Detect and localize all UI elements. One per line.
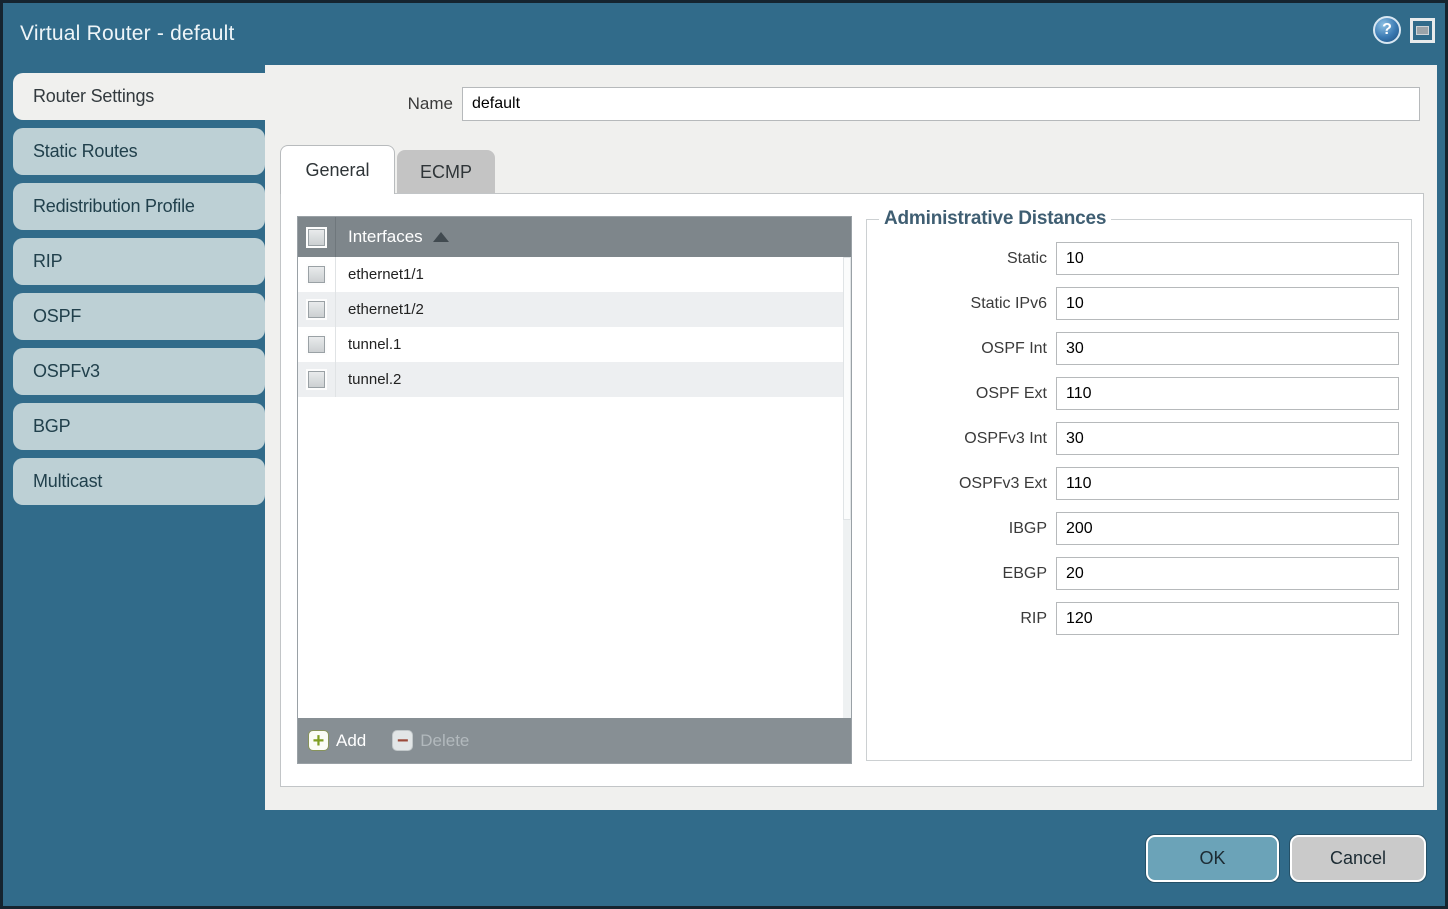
ospf-ext-label: OSPF Ext — [877, 385, 1056, 403]
rip-label: RIP — [877, 610, 1056, 628]
table-row[interactable]: ethernet1/2 — [298, 292, 851, 327]
field-row-rip: RIP — [877, 602, 1399, 635]
interfaces-table: Interfaces ethernet1/1 ethernet1/2 tunne — [297, 216, 852, 764]
sidebar-item-label: Static Routes — [33, 141, 137, 162]
sidebar-item-label: OSPFv3 — [33, 361, 100, 382]
sidebar-item-label: BGP — [33, 416, 70, 437]
row-checkbox[interactable] — [308, 301, 325, 318]
sidebar-item-label: Multicast — [33, 471, 102, 492]
add-button[interactable]: + Add — [308, 730, 366, 751]
static-label: Static — [877, 250, 1056, 268]
window-restore-icon-inner — [1416, 26, 1429, 35]
ibgp-label: IBGP — [877, 520, 1056, 538]
sidebar-item-label: Redistribution Profile — [33, 196, 195, 217]
ospf-int-input[interactable] — [1056, 332, 1399, 365]
row-checkbox-cell — [298, 257, 336, 292]
field-row-static-ipv6: Static IPv6 — [877, 287, 1399, 320]
tab-strip: General ECMP — [280, 145, 495, 194]
ospf-int-label: OSPF Int — [877, 340, 1056, 358]
title-bar: Virtual Router - default ? — [3, 3, 1445, 65]
delete-button[interactable]: − Delete — [392, 730, 469, 751]
add-button-label: Add — [336, 731, 366, 751]
ibgp-input[interactable] — [1056, 512, 1399, 545]
select-all-checkbox[interactable] — [308, 229, 325, 246]
row-checkbox[interactable] — [308, 266, 325, 283]
sidebar-item-label: RIP — [33, 251, 62, 272]
table-row[interactable]: tunnel.1 — [298, 327, 851, 362]
ospfv3-int-label: OSPFv3 Int — [877, 430, 1056, 448]
table-row[interactable]: tunnel.2 — [298, 362, 851, 397]
static-ipv6-label: Static IPv6 — [877, 295, 1056, 313]
sidebar: Router Settings Static Routes Redistribu… — [3, 73, 265, 513]
table-scrollbar-thumb[interactable] — [843, 257, 851, 520]
static-input[interactable] — [1056, 242, 1399, 275]
dialog-title: Virtual Router - default — [20, 22, 235, 46]
static-ipv6-input[interactable] — [1056, 287, 1399, 320]
table-scrollbar[interactable] — [843, 257, 851, 718]
minus-icon: − — [392, 730, 413, 751]
sidebar-item-ospfv3[interactable]: OSPFv3 — [13, 348, 265, 395]
sidebar-item-static-routes[interactable]: Static Routes — [13, 128, 265, 175]
ospfv3-int-input[interactable] — [1056, 422, 1399, 455]
administrative-distances-fieldset: Administrative Distances Static Static I… — [866, 208, 1412, 761]
tab-ecmp[interactable]: ECMP — [397, 150, 495, 194]
ebgp-label: EBGP — [877, 565, 1056, 583]
ok-button[interactable]: OK — [1146, 835, 1279, 882]
name-input[interactable] — [462, 87, 1420, 121]
delete-button-label: Delete — [420, 731, 469, 751]
general-tab-panel: Interfaces ethernet1/1 ethernet1/2 tunne — [280, 193, 1424, 787]
dialog-footer: OK Cancel — [1146, 835, 1426, 882]
help-icon[interactable]: ? — [1373, 16, 1401, 44]
interface-name: ethernet1/1 — [348, 266, 424, 283]
select-all-cell — [298, 217, 336, 257]
interfaces-rows: ethernet1/1 ethernet1/2 tunnel.1 tunnel.… — [298, 257, 851, 718]
content-panel: Name General ECMP Interfaces — [265, 65, 1437, 810]
field-row-static: Static — [877, 242, 1399, 275]
name-row: Name — [265, 87, 1420, 121]
interfaces-header-label: Interfaces — [348, 227, 423, 247]
field-row-ospf-int: OSPF Int — [877, 332, 1399, 365]
row-checkbox-cell — [298, 327, 336, 362]
row-checkbox[interactable] — [308, 336, 325, 353]
row-checkbox-cell — [298, 362, 336, 397]
row-checkbox-cell — [298, 292, 336, 327]
sidebar-item-label: Router Settings — [33, 86, 154, 107]
interface-name: ethernet1/2 — [348, 301, 424, 318]
interface-name: tunnel.2 — [348, 371, 401, 388]
name-label: Name — [408, 94, 453, 114]
title-bar-icons: ? — [1373, 16, 1435, 44]
tab-general[interactable]: General — [280, 145, 395, 194]
ospfv3-ext-label: OSPFv3 Ext — [877, 475, 1056, 493]
interfaces-column-header[interactable]: Interfaces — [298, 217, 851, 257]
sidebar-item-bgp[interactable]: BGP — [13, 403, 265, 450]
sidebar-item-multicast[interactable]: Multicast — [13, 458, 265, 505]
field-row-ibgp: IBGP — [877, 512, 1399, 545]
field-row-ospfv3-ext: OSPFv3 Ext — [877, 467, 1399, 500]
ospf-ext-input[interactable] — [1056, 377, 1399, 410]
sidebar-item-redistribution-profile[interactable]: Redistribution Profile — [13, 183, 265, 230]
row-checkbox[interactable] — [308, 371, 325, 388]
sidebar-item-label: OSPF — [33, 306, 81, 327]
virtual-router-dialog: Virtual Router - default ? Router Settin… — [0, 0, 1448, 909]
ospfv3-ext-input[interactable] — [1056, 467, 1399, 500]
table-row[interactable]: ethernet1/1 — [298, 257, 851, 292]
table-footer: + Add − Delete — [298, 718, 851, 763]
sidebar-item-rip[interactable]: RIP — [13, 238, 265, 285]
interface-name: tunnel.1 — [348, 336, 401, 353]
plus-icon: + — [308, 730, 329, 751]
field-row-ebgp: EBGP — [877, 557, 1399, 590]
field-row-ospf-ext: OSPF Ext — [877, 377, 1399, 410]
rip-input[interactable] — [1056, 602, 1399, 635]
field-row-ospfv3-int: OSPFv3 Int — [877, 422, 1399, 455]
sidebar-item-router-settings[interactable]: Router Settings — [13, 73, 265, 120]
ebgp-input[interactable] — [1056, 557, 1399, 590]
administrative-distances-legend: Administrative Distances — [879, 208, 1111, 230]
sidebar-item-ospf[interactable]: OSPF — [13, 293, 265, 340]
sort-ascending-icon — [433, 232, 449, 242]
cancel-button[interactable]: Cancel — [1290, 835, 1426, 882]
window-restore-icon[interactable] — [1410, 18, 1435, 43]
